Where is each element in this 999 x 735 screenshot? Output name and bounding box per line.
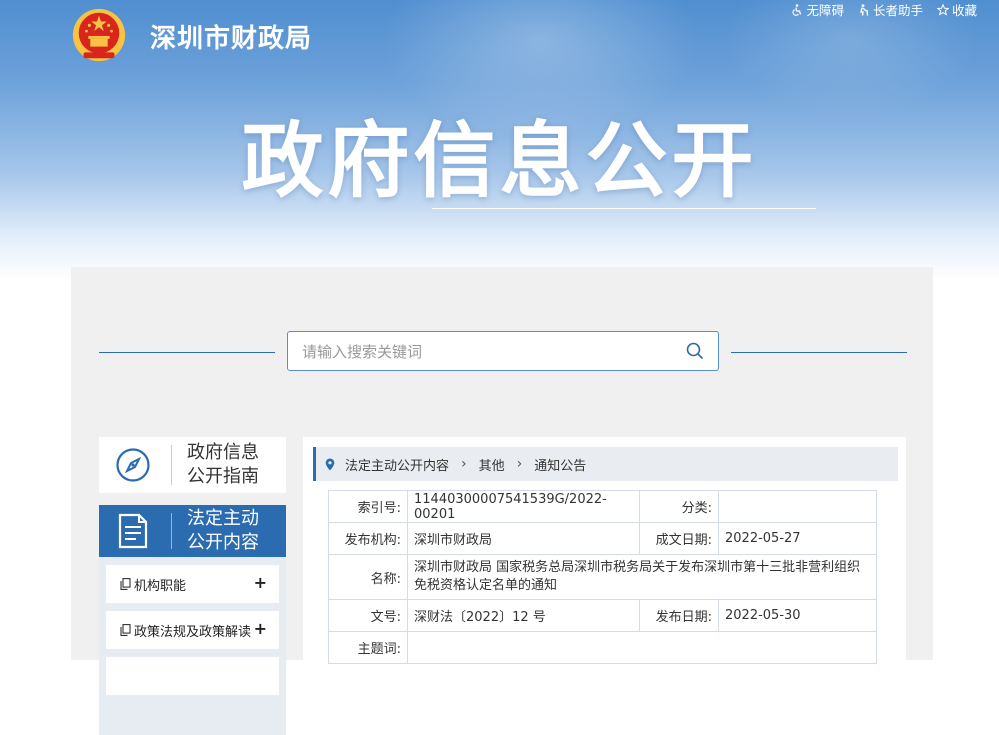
table-row: 名称: 深圳市财政局 国家税务总局深圳市税务局关于发布深圳市第十三批非营利组织免… — [328, 554, 877, 600]
table-row: 发布机构: 深圳市财政局 成文日期: 2022-05-27 — [328, 522, 877, 555]
publish-date-label: 发布日期: — [639, 599, 719, 632]
expand-icon[interactable]: + — [254, 573, 267, 592]
header-banner: 深圳市财政局 无障碍 长者助手 收藏 政府信息公开 — [0, 0, 999, 280]
sidebar-item-disclosure-guide[interactable]: 政府信息 公开指南 — [99, 437, 286, 493]
index-value: 11440300007541539G/2022-00201 — [407, 490, 640, 523]
publisher-value: 深圳市财政局 — [407, 522, 640, 555]
publisher-label: 发布机构: — [328, 522, 408, 555]
active-label: 法定主动 公开内容 — [187, 507, 259, 555]
guide-label-line2: 公开指南 — [187, 466, 259, 487]
guide-label: 政府信息 公开指南 — [187, 441, 259, 489]
created-date-value: 2022-05-27 — [718, 522, 877, 555]
breadcrumb-separator: › — [516, 456, 523, 472]
breadcrumb-item[interactable]: 通知公告 — [534, 455, 586, 474]
breadcrumb: 法定主动公开内容 › 其他 › 通知公告 — [313, 447, 898, 481]
breadcrumb-item[interactable]: 法定主动公开内容 — [345, 455, 449, 474]
favorite-link[interactable]: 收藏 — [936, 0, 977, 19]
search-divider-right — [731, 352, 907, 353]
guide-divider — [171, 445, 172, 485]
subject-label: 主题词: — [328, 631, 408, 664]
search-area — [71, 331, 933, 373]
accessibility-label: 无障碍 — [806, 3, 844, 18]
created-date-label: 成文日期: — [639, 522, 719, 555]
document-icon — [118, 513, 148, 549]
index-label: 索引号: — [328, 490, 408, 523]
favorite-label: 收藏 — [951, 3, 977, 18]
sidebar-item-policies[interactable]: 政策法规及政策解读 + — [106, 611, 279, 649]
guide-label-line1: 政府信息 — [187, 442, 259, 463]
banner-title-underline — [432, 208, 816, 209]
top-links: 无障碍 长者助手 收藏 — [791, 0, 977, 19]
elder-helper-label: 长者助手 — [872, 3, 923, 18]
page-icon — [120, 624, 131, 636]
search-icon[interactable] — [686, 342, 704, 360]
table-row: 主题词: — [328, 631, 877, 664]
location-pin-icon — [325, 458, 335, 470]
compass-icon — [116, 448, 150, 482]
sidebar: 政府信息 公开指南 法定主动 公开内容 机构职能 + 政策法规及政策解读 + — [99, 437, 286, 735]
page-icon — [120, 578, 131, 590]
expand-icon[interactable]: + — [254, 619, 267, 638]
sidebar-item-partial[interactable] — [106, 657, 279, 695]
sidebar-item-label: 政策法规及政策解读 — [134, 625, 252, 640]
sidebar-sub-list: 机构职能 + 政策法规及政策解读 + — [99, 557, 286, 735]
main-panel: 政府信息 公开指南 法定主动 公开内容 — [71, 267, 933, 735]
breadcrumb-separator: › — [461, 456, 467, 472]
name-value: 深圳市财政局 国家税务总局深圳市税务局关于发布深圳市第十三批非营利组织免税资格认… — [407, 554, 877, 600]
subject-value — [407, 631, 877, 664]
publish-date-value: 2022-05-30 — [718, 599, 877, 632]
category-value — [718, 490, 877, 523]
sidebar-item-org-functions[interactable]: 机构职能 + — [106, 565, 279, 603]
sidebar-item-mandatory-disclosure[interactable]: 法定主动 公开内容 — [99, 505, 286, 557]
accessibility-link[interactable]: 无障碍 — [791, 0, 844, 19]
national-emblem-icon — [72, 8, 126, 62]
wheelchair-icon — [792, 3, 802, 16]
table-row: 文号: 深财法〔2022〕12 号 发布日期: 2022-05-30 — [328, 599, 877, 632]
elder-icon — [860, 3, 869, 16]
active-label-line2: 公开内容 — [187, 532, 259, 553]
star-icon — [936, 3, 949, 16]
active-label-line1: 法定主动 — [187, 508, 259, 529]
doc-number-label: 文号: — [328, 599, 408, 632]
sidebar-item-label: 机构职能 — [134, 579, 187, 594]
elder-helper-link[interactable]: 长者助手 — [858, 0, 923, 19]
content-area: 法定主动公开内容 › 其他 › 通知公告 索引号: 11440300007541… — [303, 437, 906, 664]
doc-number-value: 深财法〔2022〕12 号 — [407, 599, 640, 632]
table-row: 索引号: 11440300007541539G/2022-00201 分类: — [328, 490, 877, 523]
banner-title: 政府信息公开 — [241, 114, 758, 209]
search-input[interactable] — [300, 332, 674, 372]
name-label: 名称: — [328, 554, 408, 600]
category-label: 分类: — [639, 490, 719, 523]
search-box — [287, 331, 719, 372]
breadcrumb-item[interactable]: 其他 — [479, 455, 505, 474]
search-divider-left — [99, 352, 275, 353]
site-name[interactable]: 深圳市财政局 — [150, 18, 312, 55]
active-divider — [171, 513, 172, 549]
document-info-table: 索引号: 11440300007541539G/2022-00201 分类: 发… — [328, 490, 877, 664]
